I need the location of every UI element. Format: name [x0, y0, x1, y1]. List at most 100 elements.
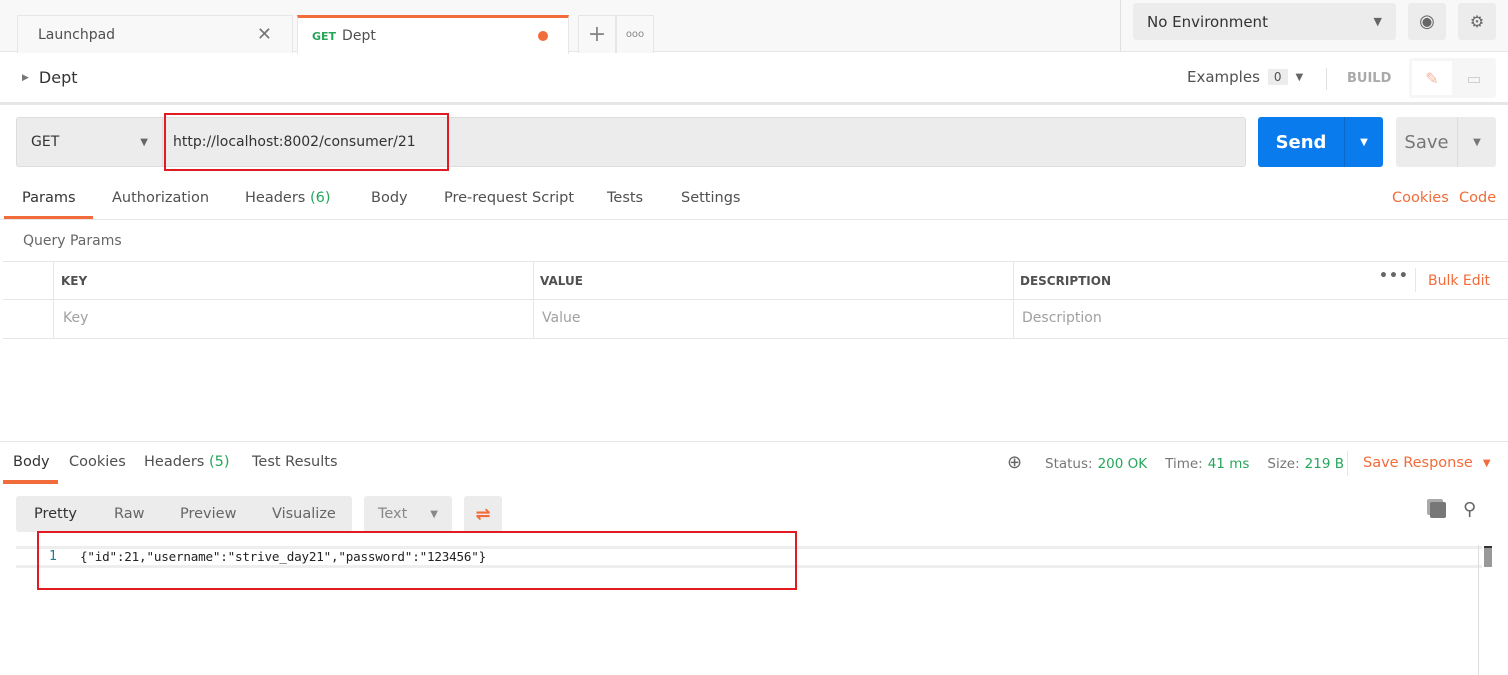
- divider: [1415, 268, 1416, 292]
- size-value: 219 B: [1304, 456, 1344, 472]
- time-value: 41 ms: [1207, 456, 1250, 472]
- view-preview[interactable]: Preview: [180, 506, 236, 522]
- params-table: KEY VALUE DESCRIPTION ••• Bulk Edit Key …: [3, 261, 1508, 339]
- view-raw[interactable]: Raw: [114, 506, 145, 522]
- copy-icon[interactable]: [1430, 502, 1446, 518]
- new-tab-button[interactable]: +: [578, 15, 616, 53]
- tab-headers[interactable]: Headers (6): [245, 190, 331, 206]
- tab-dept[interactable]: GET Dept: [297, 15, 569, 54]
- save-button[interactable]: Save: [1396, 117, 1458, 167]
- comment-icon[interactable]: ▭: [1456, 61, 1492, 95]
- divider: [1120, 0, 1121, 52]
- headers-count: (6): [309, 190, 331, 206]
- query-params-title: Query Params: [23, 233, 122, 249]
- build-label[interactable]: BUILD: [1347, 71, 1391, 86]
- send-dropdown[interactable]: ▼: [1345, 117, 1383, 167]
- request-name[interactable]: ▶ Dept: [22, 68, 78, 87]
- unsaved-dot-icon: [538, 31, 548, 41]
- tab-label: Dept: [342, 28, 376, 44]
- code-link[interactable]: Code: [1459, 190, 1496, 206]
- more-icon: ooo: [625, 29, 645, 40]
- column-description: DESCRIPTION: [1020, 274, 1112, 288]
- divider: [0, 441, 1508, 442]
- response-tab-headers[interactable]: Headers (5): [144, 454, 230, 470]
- divider: [0, 102, 1508, 105]
- search-icon[interactable]: ⚲: [1463, 499, 1476, 520]
- scrollbar-thumb[interactable]: [1484, 546, 1492, 567]
- save-response-label: Save Response: [1363, 455, 1473, 471]
- response-meta: Status: 200 OK Time: 41 ms Size: 219 B: [1045, 456, 1344, 472]
- tab-tests[interactable]: Tests: [607, 190, 643, 206]
- col-divider: [533, 262, 534, 338]
- tab-authorization[interactable]: Authorization: [112, 190, 209, 206]
- status-label: Status:: [1045, 456, 1093, 472]
- tab-body[interactable]: Body: [371, 190, 408, 206]
- wrap-icon: ⇌: [475, 503, 491, 525]
- divider: [1347, 451, 1348, 476]
- bulk-edit-link[interactable]: Bulk Edit: [1428, 273, 1490, 289]
- value-input[interactable]: Value: [542, 310, 580, 326]
- row-divider: [3, 299, 1508, 300]
- tab-label: Headers: [245, 190, 306, 206]
- plus-icon: +: [587, 22, 607, 47]
- chevron-down-icon: ▼: [140, 136, 148, 148]
- col-divider: [53, 262, 54, 338]
- tab-label: Launchpad: [38, 26, 116, 43]
- examples-dropdown[interactable]: Examples 0 ▼: [1187, 68, 1303, 86]
- environment-label: No Environment: [1147, 12, 1268, 31]
- response-tab-body[interactable]: Body: [13, 454, 50, 470]
- more-tabs-button[interactable]: ooo: [616, 15, 654, 53]
- save-button-group: Save ▼: [1396, 117, 1496, 167]
- response-tab-test-results[interactable]: Test Results: [252, 454, 338, 470]
- save-dropdown[interactable]: ▼: [1458, 117, 1496, 167]
- url-highlight: [164, 113, 449, 171]
- tab-pre-request-script[interactable]: Pre-request Script: [444, 190, 574, 206]
- send-button[interactable]: Send: [1258, 117, 1345, 167]
- key-input[interactable]: Key: [63, 310, 88, 326]
- globe-icon[interactable]: ⊕: [1007, 452, 1022, 473]
- column-value: VALUE: [540, 274, 583, 288]
- examples-count: 0: [1267, 69, 1288, 85]
- eye-icon: ◉: [1419, 11, 1435, 32]
- tab-settings[interactable]: Settings: [681, 190, 740, 206]
- chevron-down-icon: ▼: [1482, 457, 1491, 469]
- more-options-icon[interactable]: •••: [1379, 268, 1409, 284]
- sliders-icon: ⚙: [1469, 12, 1485, 31]
- format-select[interactable]: Text ▼: [364, 496, 452, 532]
- tab-label: Headers: [144, 454, 205, 470]
- method-label: GET: [31, 134, 60, 150]
- format-label: Text: [378, 506, 408, 522]
- active-tab-indicator: [3, 480, 58, 484]
- view-visualize[interactable]: Visualize: [272, 506, 336, 522]
- close-icon[interactable]: ✕: [257, 24, 272, 45]
- cookies-link[interactable]: Cookies: [1392, 190, 1449, 206]
- size-label: Size:: [1267, 456, 1300, 472]
- tab-launchpad[interactable]: Launchpad ✕: [17, 15, 293, 53]
- description-input[interactable]: Description: [1022, 310, 1102, 326]
- chevron-down-icon: ▼: [1295, 71, 1304, 83]
- view-mode-group: Pretty Raw Preview Visualize: [16, 496, 352, 532]
- headers-count: (5): [208, 454, 230, 470]
- request-title: Dept: [38, 68, 78, 87]
- chevron-down-icon: ▼: [430, 508, 438, 520]
- response-highlight: [37, 531, 797, 590]
- scrollbar-track: [1478, 545, 1479, 675]
- divider: [1326, 68, 1327, 90]
- method-select[interactable]: GET ▼: [16, 117, 162, 167]
- tab-params[interactable]: Params: [22, 190, 76, 206]
- chevron-down-icon: ▼: [1373, 15, 1382, 28]
- wrap-lines-button[interactable]: ⇌: [464, 496, 502, 532]
- pencil-icon[interactable]: ✎: [1412, 61, 1452, 95]
- environment-select[interactable]: No Environment ▼: [1133, 3, 1396, 40]
- tab-method: GET: [312, 29, 337, 43]
- eye-button[interactable]: ◉: [1408, 3, 1446, 40]
- view-pretty[interactable]: Pretty: [34, 506, 77, 522]
- response-tab-cookies[interactable]: Cookies: [69, 454, 126, 470]
- caret-right-icon: ▶: [22, 72, 29, 83]
- time-label: Time:: [1165, 456, 1203, 472]
- col-divider: [1013, 262, 1014, 338]
- send-button-group: Send ▼: [1258, 117, 1383, 167]
- settings-button[interactable]: ⚙: [1458, 3, 1496, 40]
- column-key: KEY: [61, 274, 88, 288]
- save-response-button[interactable]: Save Response ▼: [1363, 455, 1491, 471]
